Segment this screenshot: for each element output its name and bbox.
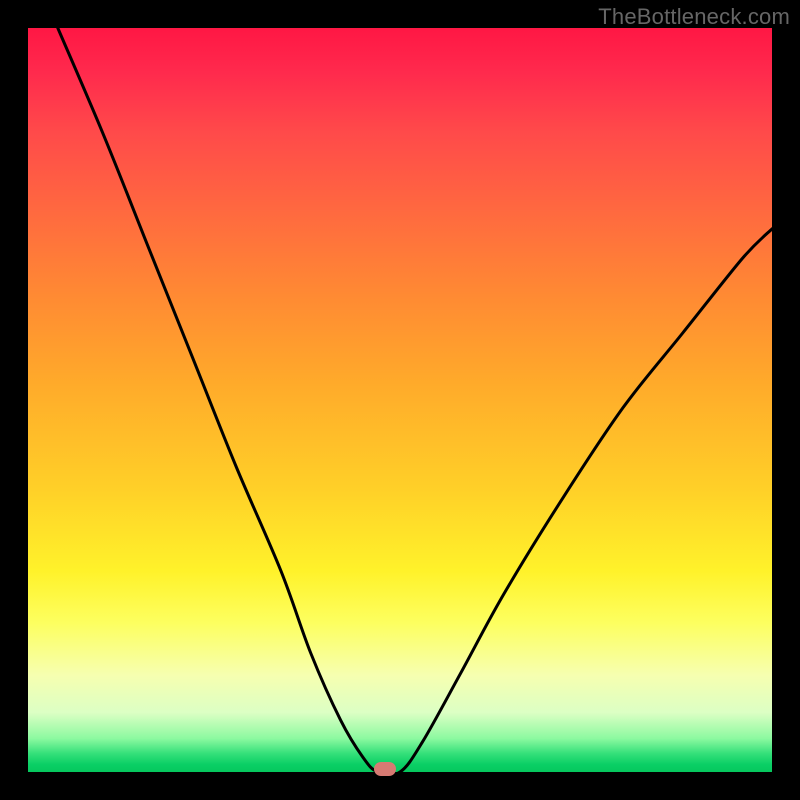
chart-frame: TheBottleneck.com: [0, 0, 800, 800]
plot-area: [28, 28, 772, 772]
optimal-point-marker: [374, 762, 396, 776]
bottleneck-curve: [28, 28, 772, 772]
watermark-text: TheBottleneck.com: [598, 4, 790, 30]
